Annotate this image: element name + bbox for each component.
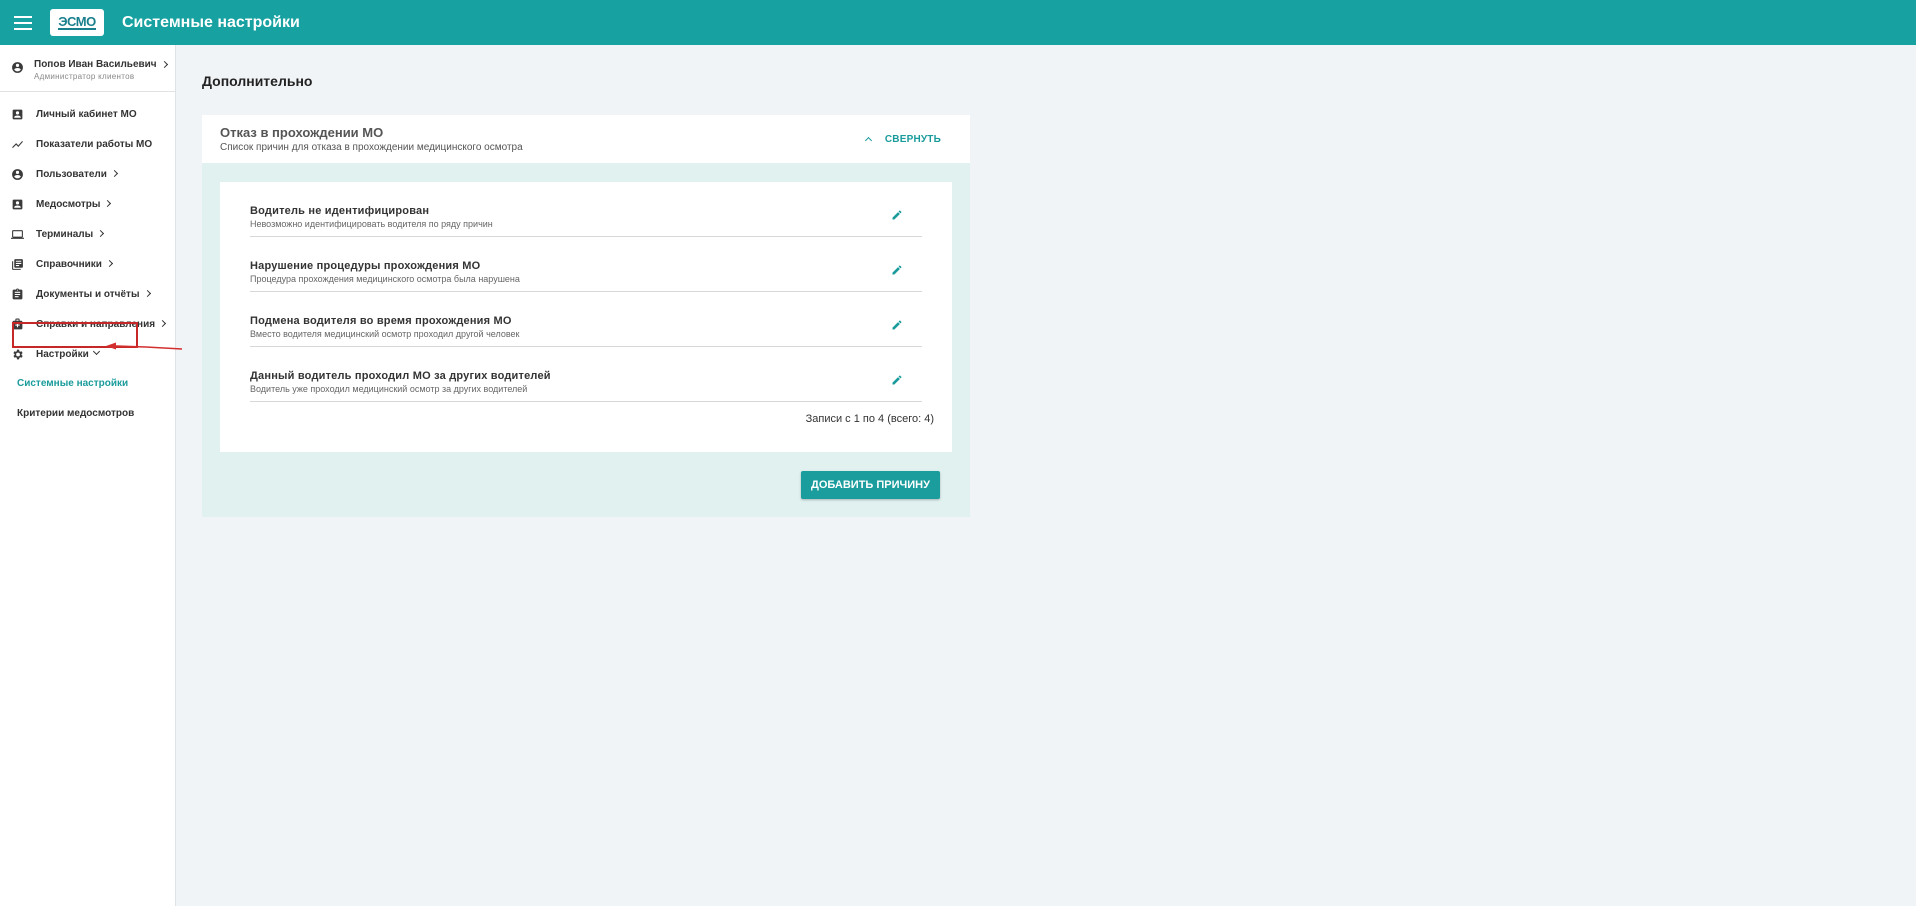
sidebar-item-label: Медосмотры [36,198,101,210]
badge-icon [10,107,24,121]
sidebar-item-label: Справки и направления [36,318,156,330]
pencil-icon [892,375,902,385]
add-reason-button[interactable]: ДОБАВИТЬ ПРИЧИНУ [801,471,940,499]
gear-icon [10,347,24,361]
sidebar-item-documents[interactable]: Документы и отчёты [0,279,175,309]
menu-button[interactable] [0,0,45,45]
list-item: Данный водитель проходил МО за других во… [250,347,922,402]
list-item: Подмена водителя во время прохождения МО… [250,292,922,347]
reason-description: Невозможно идентифицировать водителя по … [250,219,493,229]
library-books-icon [10,257,24,271]
panel-title: Отказ в прохождении МО [220,125,384,140]
user-role: Администратор клиентов [34,72,135,81]
sidebar-item-label: Справочники [36,258,102,270]
chevron-up-icon [864,136,872,145]
sidebar-item-cabinet[interactable]: Личный кабинет МО [0,99,175,129]
account-circle-icon [10,167,24,181]
reason-description: Процедура прохождения медицинского осмот… [250,274,520,284]
chevron-right-icon [159,320,167,328]
account-circle-icon [10,60,24,74]
chevron-right-icon [160,60,168,68]
annotation-arrow-icon [106,342,182,350]
contact-card-icon [10,197,24,211]
sidebar-item-label: Личный кабинет МО [36,108,137,120]
reason-description: Вместо водителя медицинский осмотр прохо… [250,329,520,339]
chevron-right-icon [104,200,112,208]
page-title: Системные настройки [122,13,300,31]
assignment-icon [10,287,24,301]
reason-description: Водитель уже проходил медицинский осмотр… [250,384,528,394]
reason-title: Данный водитель проходил МО за других во… [250,370,551,382]
edit-button[interactable] [891,208,905,222]
hamburger-icon [13,15,32,30]
list-item: Нарушение процедуры прохождения МО Проце… [250,237,922,292]
reason-title: Подмена водителя во время прохождения МО [250,315,512,327]
sidebar: Попов Иван Васильевич Администратор клие… [0,45,176,906]
sidebar-item-certificates[interactable]: Справки и направления [0,309,175,339]
pencil-icon [892,210,902,220]
medical-bag-icon [10,317,24,331]
panel-header: Отказ в прохождении МО Список причин для… [202,115,970,163]
edit-button[interactable] [891,318,905,332]
sidebar-item-directories[interactable]: Справочники [0,249,175,279]
logo-text: ЭСМО [58,14,96,30]
reasons-list-card: Водитель не идентифицирован Невозможно и… [220,182,952,452]
user-menu[interactable]: Попов Иван Васильевич Администратор клие… [0,45,175,92]
pagination-info: Записи с 1 по 4 (всего: 4) [805,413,934,425]
panel-subtitle: Список причин для отказа в прохождении м… [220,142,523,153]
sidebar-subitem-exam-criteria[interactable]: Критерии медосмотров [0,399,175,429]
trending-icon [10,137,24,151]
chevron-right-icon [105,260,113,268]
pencil-icon [892,320,902,330]
sidebar-item-metrics[interactable]: Показатели работы МО [0,129,175,159]
edit-button[interactable] [891,263,905,277]
pencil-icon [892,265,902,275]
chevron-down-icon [92,348,100,356]
laptop-icon [10,227,24,241]
section-title: Дополнительно [202,73,313,89]
app-logo[interactable]: ЭСМО [50,9,104,36]
chevron-right-icon [97,230,105,238]
collapse-label: СВЕРНУТЬ [884,133,941,145]
user-name: Попов Иван Васильевич [34,59,157,70]
reason-title: Нарушение процедуры прохождения МО [250,260,481,272]
collapse-button[interactable]: СВЕРНУТЬ [864,133,941,145]
sidebar-item-users[interactable]: Пользователи [0,159,175,189]
sidebar-item-label: Пользователи [36,168,107,180]
refusal-reasons-panel: Отказ в прохождении МО Список причин для… [202,115,970,517]
sidebar-item-label: Документы и отчёты [36,288,140,300]
reason-title: Водитель не идентифицирован [250,205,430,217]
edit-button[interactable] [891,373,905,387]
list-item: Водитель не идентифицирован Невозможно и… [250,182,922,237]
chevron-right-icon [143,290,151,298]
sidebar-item-medexams[interactable]: Медосмотры [0,189,175,219]
chevron-right-icon [110,170,118,178]
sidebar-subitem-system-settings[interactable]: Системные настройки [0,369,175,399]
sidebar-item-label: Терминалы [36,228,94,240]
sidebar-item-label: Показатели работы МО [36,138,153,150]
top-app-bar: ЭСМО Системные настройки [0,0,1916,45]
sidebar-item-label: Настройки [36,348,89,360]
sidebar-item-terminals[interactable]: Терминалы [0,219,175,249]
